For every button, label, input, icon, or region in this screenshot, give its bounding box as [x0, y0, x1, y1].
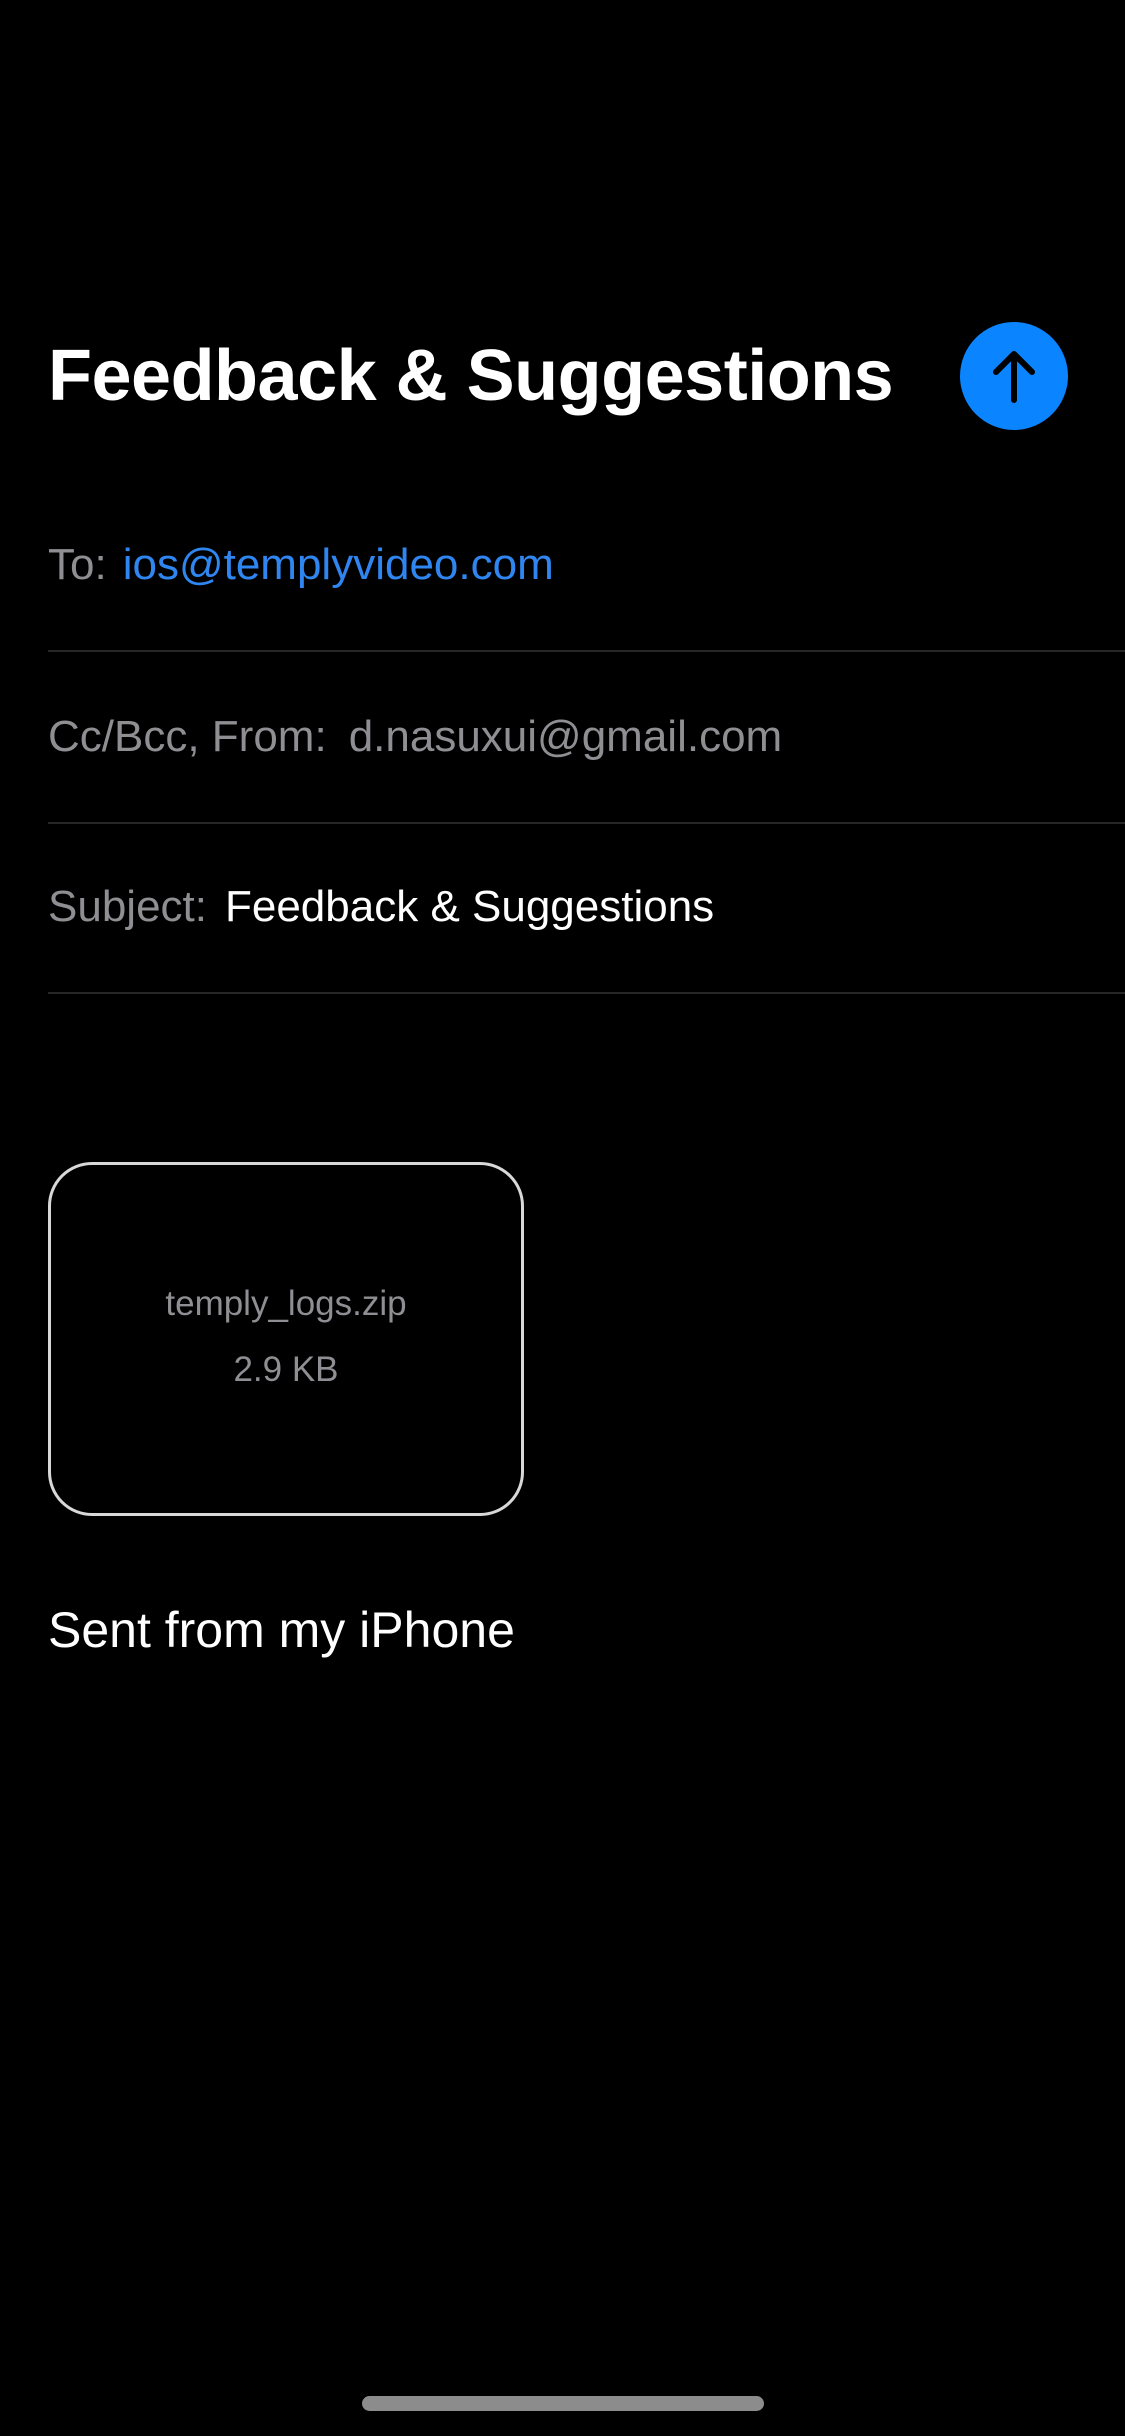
- home-indicator[interactable]: [362, 2396, 764, 2411]
- email-signature[interactable]: Sent from my iPhone: [48, 1598, 515, 1662]
- subject-label: Subject:: [48, 882, 207, 931]
- attachment-file-name: temply_logs.zip: [165, 1284, 407, 1323]
- to-recipient[interactable]: ios@templyvideo.com: [123, 537, 554, 593]
- arrow-up-icon: [993, 351, 1035, 403]
- attachment-file-size: 2.9 KB: [233, 1350, 339, 1389]
- to-label: To:: [48, 540, 107, 589]
- subject-field[interactable]: Subject: Feedback & Suggestions: [48, 822, 1125, 994]
- compose-title: Feedback & Suggestions: [48, 336, 894, 416]
- to-field[interactable]: To: ios@templyvideo.com: [48, 480, 1125, 652]
- from-address[interactable]: d.nasuxui@gmail.com: [349, 709, 783, 765]
- subject-input[interactable]: Feedback & Suggestions: [225, 879, 714, 935]
- ccbcc-from-label: Cc/Bcc, From:: [48, 712, 327, 761]
- attachment-card[interactable]: temply_logs.zip 2.9 KB: [48, 1162, 524, 1516]
- ccbcc-from-field[interactable]: Cc/Bcc, From: d.nasuxui@gmail.com: [48, 652, 1125, 824]
- send-button[interactable]: [960, 322, 1068, 430]
